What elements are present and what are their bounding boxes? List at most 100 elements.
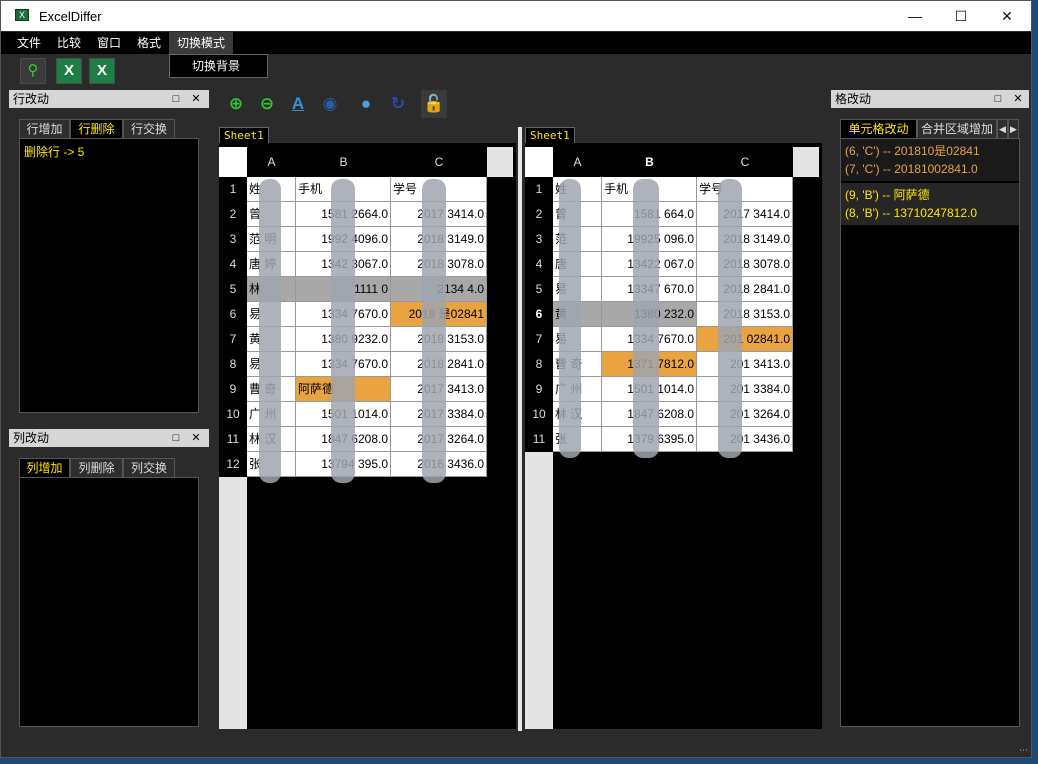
col-panel-title: 列改动 [13,431,50,445]
row-header[interactable]: 5 [219,277,247,302]
list-item[interactable]: (7, 'C') -- 20181002841.0 [841,160,1019,178]
minimize-button[interactable]: — [892,1,938,31]
tab-row-add[interactable]: 行增加 [19,119,70,139]
right-sheet-tab[interactable]: Sheet1 [525,127,575,144]
privacy-blur [422,179,446,483]
row-header[interactable]: 5 [525,277,553,302]
list-item[interactable]: (8, 'B') -- 13710247812.0 [841,204,1019,222]
list-item[interactable]: 删除行 -> 5 [20,139,198,160]
column-header[interactable]: C [391,147,487,177]
row-header[interactable]: 12 [219,452,247,477]
close-button[interactable]: ✕ [984,1,1030,31]
row-header[interactable]: 6 [525,302,553,327]
row-header[interactable]: 8 [525,352,553,377]
cell-panel-tabs: 单元格改动 合并区域增加 ◀ ▶ [840,119,1020,139]
sheet-corner[interactable] [525,147,553,177]
table-cell[interactable]: 2018 3149.0 [697,227,793,252]
row-header[interactable]: 7 [219,327,247,352]
table-cell[interactable]: 201 3436.0 [697,427,793,452]
menu-window[interactable]: 窗口 [89,32,129,54]
close-icon[interactable]: ✕ [1011,90,1025,108]
tab-cell-change[interactable]: 单元格改动 [840,119,917,139]
row-header[interactable]: 4 [525,252,553,277]
column-header[interactable]: B [602,147,697,177]
menu-switch-mode[interactable]: 切换模式 [169,32,234,54]
list-item[interactable]: (9, 'B') -- 阿萨德 [841,186,1019,204]
tab-scroll-left-icon[interactable]: ◀ [997,119,1008,139]
list-item[interactable]: (6, 'C') -- 201810是02841 [841,142,1019,160]
menu-format[interactable]: 格式 [129,32,169,54]
row-header[interactable]: 2 [219,202,247,227]
column-header[interactable]: A [247,147,296,177]
float-icon[interactable]: □ [991,90,1005,108]
column-header[interactable]: B [296,147,391,177]
open-new-excel-icon[interactable]: X [89,58,115,84]
row-header[interactable]: 2 [525,202,553,227]
palette-icon[interactable]: ● [353,90,379,118]
tab-row-delete[interactable]: 行删除 [70,119,123,139]
cell-panel-title: 格改动 [835,92,872,106]
row-header[interactable]: 10 [525,402,553,427]
tab-scroll-right-icon[interactable]: ▶ [1008,119,1019,139]
font-color-icon[interactable]: A [285,90,311,118]
menu-item-switch-background[interactable]: 切换背景 [169,54,268,78]
fill-color-icon[interactable]: ◉ [317,90,343,118]
table-cell[interactable]: 2018 3078.0 [697,252,793,277]
row-header[interactable]: 11 [219,427,247,452]
menu-file[interactable]: 文件 [9,32,49,54]
splitter[interactable] [518,127,522,731]
column-header[interactable]: C [697,147,793,177]
row-header[interactable]: 3 [525,227,553,252]
tab-col-add[interactable]: 列增加 [19,458,70,478]
tab-merge-add[interactable]: 合并区域增加 [917,119,997,139]
row-header[interactable]: 4 [219,252,247,277]
title-bar: X ExcelDiffer — ☐ ✕ [1,1,1031,31]
size-grip-icon[interactable]: ⋯ [1019,745,1028,756]
row-header[interactable]: 7 [525,327,553,352]
cell-change-group: (9, 'B') -- 阿萨德 (8, 'B') -- 13710247812.… [841,183,1019,225]
privacy-blur [331,179,355,483]
cell-change-group: (6, 'C') -- 201810是02841 (7, 'C') -- 201… [841,139,1019,181]
row-header[interactable]: 3 [219,227,247,252]
row-header[interactable]: 10 [219,402,247,427]
float-icon[interactable]: □ [169,90,183,108]
table-cell[interactable]: 201 02841.0 [697,327,793,352]
table-cell[interactable]: 201 3264.0 [697,402,793,427]
left-sheet-tab[interactable]: Sheet1 [219,127,269,144]
open-old-excel-icon[interactable]: X [56,58,82,84]
column-header[interactable]: A [553,147,602,177]
zoom-out-icon[interactable]: ⊖ [254,90,280,118]
table-cell[interactable]: 2018 2841.0 [697,277,793,302]
app-icon: X [15,9,29,21]
tab-col-delete[interactable]: 列删除 [70,458,123,478]
row-header[interactable]: 9 [525,377,553,402]
maximize-button[interactable]: ☐ [938,1,984,31]
sheet-corner[interactable] [219,147,247,177]
row-header[interactable]: 1 [219,177,247,202]
privacy-blur [633,179,659,458]
row-header[interactable]: 6 [219,302,247,327]
zoom-in-icon[interactable]: ⊕ [223,90,249,118]
row-panel-header: 行改动 □ ✕ [9,90,209,108]
row-header[interactable]: 11 [525,427,553,452]
row-header[interactable]: 9 [219,377,247,402]
close-icon[interactable]: ✕ [189,429,203,447]
float-icon[interactable]: □ [169,429,183,447]
search-icon[interactable]: ⚲ [20,58,46,84]
table-cell[interactable]: 学号 [697,177,793,202]
left-sheet: ABC1姓手机学号2曾1581 2664.02017 3414.03范 明199… [219,143,516,729]
close-icon[interactable]: ✕ [189,90,203,108]
tab-col-swap[interactable]: 列交换 [123,458,175,478]
table-cell[interactable]: 2017 3414.0 [697,202,793,227]
row-header[interactable]: 8 [219,352,247,377]
table-cell[interactable]: 2018 3153.0 [697,302,793,327]
table-cell[interactable]: 201 3384.0 [697,377,793,402]
unlock-icon[interactable]: 🔓 [421,90,447,118]
row-header[interactable]: 1 [525,177,553,202]
tab-row-swap[interactable]: 行交换 [123,119,175,139]
menu-bar: 文件 比较 窗口 格式 切换模式 [1,32,1031,54]
refresh-icon[interactable]: ↻ [385,90,411,118]
menu-compare[interactable]: 比较 [49,32,89,54]
col-panel-header: 列改动 □ ✕ [9,429,209,447]
table-cell[interactable]: 201 3413.0 [697,352,793,377]
